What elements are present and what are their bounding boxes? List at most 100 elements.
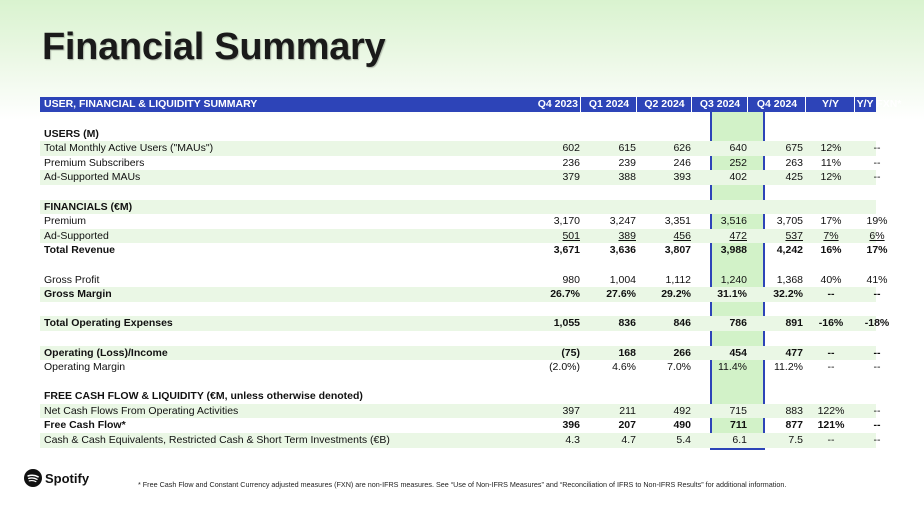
table-row: Premium Subscribers 236 239 246 252 263 11% --	[40, 156, 881, 171]
table-cell: 3,705	[776, 215, 803, 228]
table-cell: 207	[618, 419, 636, 432]
spacer-row	[40, 302, 876, 317]
table-cell: 3,516	[720, 215, 747, 228]
table-cell: 711	[730, 419, 747, 432]
table-row: Cash & Cash Equivalents, Restricted Cash…	[40, 433, 881, 448]
spotify-logo-text: Spotify	[45, 470, 90, 486]
row-label: Free Cash Flow*	[44, 419, 126, 432]
table-cell: 3,170	[553, 215, 580, 228]
column-header-yy: Y/Y	[805, 97, 855, 112]
section-label: FREE CASH FLOW & LIQUIDITY (€M, unless o…	[44, 390, 363, 403]
table-cell: --	[873, 288, 881, 301]
table-cell: 11%	[820, 156, 842, 169]
table-cell: 32.2%	[773, 288, 803, 301]
table-row: Free Cash Flow* 396 207 490 711 877 121% --	[40, 418, 881, 433]
column-header-q4-2023: Q4 2023	[537, 98, 578, 110]
table-row: Gross Margin 26.7% 27.6% 29.2% 31.1% 32.2% -- -…	[40, 287, 881, 302]
table-cell: --	[827, 288, 835, 301]
table-cell: --	[873, 346, 881, 359]
table-cell: 211	[619, 404, 636, 417]
table-cell: 3,247	[609, 215, 636, 228]
table-cell: 379	[562, 171, 580, 184]
table-row: Operating (Loss)/Income (75) 168 266 454 477 -…	[40, 345, 881, 361]
table-row: Premium 3,170 3,247 3,351 3,516 3,705 17% 19%	[40, 214, 888, 229]
table-cell: 121%	[817, 419, 845, 432]
column-header-q4-2024: Q4 2024	[747, 97, 806, 112]
table-cell: 11.2%	[774, 361, 803, 374]
table-header: USER, FINANCIAL & LIQUIDITY SUMMARY Q4 2…	[40, 97, 901, 112]
table-row: Ad-Supported MAUs 379 388 393 402 425 12% --	[40, 170, 881, 185]
row-label: Total Operating Expenses	[44, 317, 173, 330]
table-cell: 402	[729, 171, 747, 184]
table-cell: 456	[673, 229, 691, 242]
table-cell: 41%	[866, 273, 888, 286]
table-cell: (2.0%)	[549, 361, 580, 374]
spacer-row	[40, 258, 876, 273]
table-cell: 472	[729, 229, 747, 242]
table-cell: 19%	[866, 215, 888, 228]
table-cell: 492	[673, 404, 691, 417]
column-header-q2-2024: Q2 2024	[636, 97, 692, 112]
table-cell: --	[827, 346, 835, 359]
table-cell: 4.3	[565, 434, 580, 447]
spacer-row	[40, 112, 876, 127]
row-label: Operating (Loss)/Income	[44, 346, 168, 359]
column-header-q1-2024: Q1 2024	[580, 97, 637, 112]
table-cell: -18%	[864, 317, 890, 330]
table-cell: 1,112	[665, 273, 692, 286]
table-cell: 640	[729, 142, 747, 155]
table-cell: 7.5	[788, 434, 803, 447]
table-cell: 266	[673, 346, 691, 359]
section-header-row: FREE CASH FLOW & LIQUIDITY (€M, unless o…	[40, 389, 876, 404]
page-title: Financial Summary	[42, 26, 386, 68]
table-cell: 27.6%	[606, 288, 636, 301]
table-cell: (75)	[561, 346, 580, 359]
table-cell: 7.0%	[667, 361, 691, 374]
table-cell: 3,636	[609, 244, 636, 257]
table-cell: 836	[618, 317, 636, 330]
table-cell: 263	[785, 156, 803, 169]
table-cell: 537	[785, 229, 803, 242]
table-cell: 501	[562, 229, 580, 242]
table-cell: --	[873, 419, 881, 432]
table-cell: 4,242	[776, 244, 803, 257]
table-cell: 1,368	[776, 273, 803, 286]
row-label: Net Cash Flows From Operating Activities	[44, 404, 239, 417]
table-cell: 891	[785, 317, 803, 330]
table-cell: 17%	[866, 244, 888, 257]
table-cell: 425	[785, 171, 803, 184]
table-cell: 1,055	[553, 317, 580, 330]
table-cell: 11.4%	[718, 361, 747, 374]
table-cell: 454	[729, 346, 747, 359]
table-cell: 3,807	[664, 244, 691, 257]
row-label: Ad-Supported MAUs	[44, 171, 141, 184]
table-cell: 615	[618, 142, 636, 155]
table-cell: 1,240	[720, 273, 747, 286]
row-label: Gross Margin	[44, 288, 112, 301]
table-cell: --	[873, 171, 881, 184]
table-cell: 846	[673, 317, 691, 330]
table-cell: 715	[729, 404, 747, 417]
row-label: Premium	[44, 215, 87, 228]
table-cell: 396	[562, 419, 580, 432]
table-cell: 4.6%	[612, 361, 636, 374]
row-label: Premium Subscribers	[44, 156, 145, 169]
table-cell: 477	[785, 346, 803, 359]
row-label: Cash & Cash Equivalents, Restricted Cash…	[44, 434, 390, 447]
financial-summary-table: USER, FINANCIAL & LIQUIDITY SUMMARY Q4 2…	[40, 97, 901, 448]
table-cell: 31.1%	[717, 288, 747, 301]
table-cell: 397	[562, 404, 580, 417]
table-cell: 675	[785, 142, 803, 155]
spacer-row	[40, 331, 876, 346]
table-cell: 3,351	[664, 215, 691, 228]
section-header-row: USERS (M)	[40, 127, 876, 142]
table-cell: --	[873, 434, 881, 447]
table-cell: --	[827, 361, 835, 374]
table-cell: 786	[729, 317, 747, 330]
table-cell: 12%	[820, 171, 842, 184]
table-cell: 26.7%	[550, 288, 580, 301]
table-cell: 980	[562, 273, 580, 286]
table-cell: 16%	[820, 244, 842, 257]
table-cell: --	[873, 142, 881, 155]
table-cell: 1,004	[609, 273, 636, 286]
